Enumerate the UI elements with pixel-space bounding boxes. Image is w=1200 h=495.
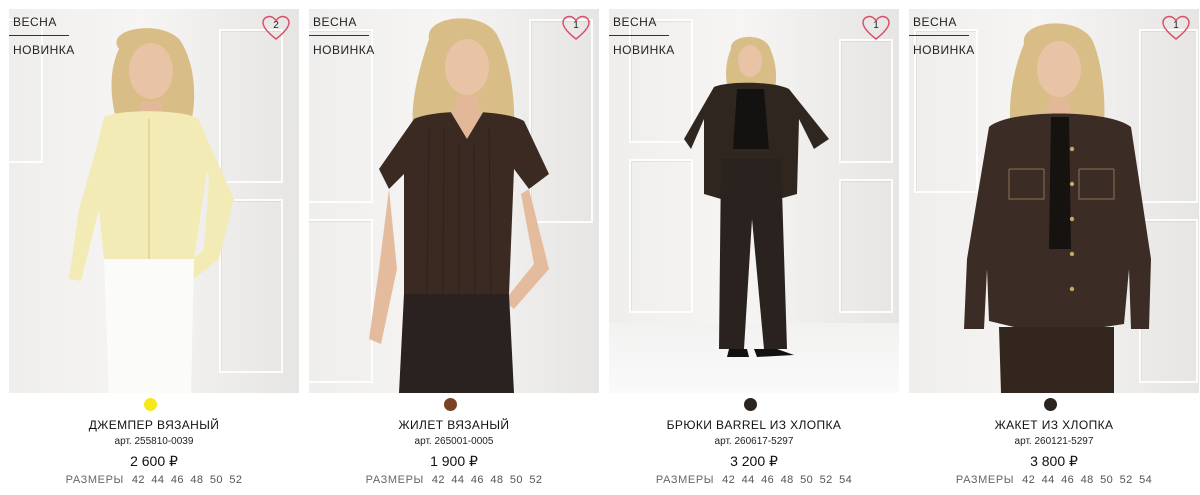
favorite-button[interactable]: 2 (261, 14, 291, 42)
sizes-list: 42 44 46 48 50 52 (431, 474, 543, 486)
favorite-count: 1 (1173, 20, 1179, 31)
sizes-list: 42 44 46 48 50 52 (131, 474, 243, 486)
model-figure (684, 36, 829, 357)
color-swatch[interactable] (444, 398, 457, 411)
badge-spring: ВЕСНА (309, 9, 369, 36)
product-sizes: РАЗМЕРЫ 42 44 46 48 50 52 54 (609, 474, 899, 486)
product-photo[interactable] (309, 9, 599, 393)
sizes-label: РАЗМЕРЫ (65, 474, 124, 486)
product-card[interactable]: ВЕСНА НОВИНКА 1 ЖИЛЕТ ВЯЗАНЫЙ арт. 26500… (309, 0, 599, 495)
product-photo[interactable] (9, 9, 299, 393)
product-article: арт. 265001-0005 (414, 436, 494, 447)
product-title[interactable]: БРЮКИ BARREL ИЗ ХЛОПКА (609, 418, 899, 432)
model-figure (69, 28, 234, 393)
product-sizes: РАЗМЕРЫ 42 44 46 48 50 52 54 (909, 474, 1199, 486)
model-figure (369, 18, 549, 393)
color-swatch[interactable] (1044, 398, 1057, 411)
product-article: арт. 255810-0039 (114, 436, 194, 447)
favorite-button[interactable]: 1 (861, 14, 891, 42)
product-price: 3 200 ₽ (730, 453, 778, 469)
product-sizes: РАЗМЕРЫ 42 44 46 48 50 52 (309, 474, 599, 486)
product-title[interactable]: ЖИЛЕТ ВЯЗАНЫЙ (309, 418, 599, 432)
favorite-count: 2 (273, 20, 279, 31)
product-photo[interactable] (909, 9, 1199, 393)
badge-new: НОВИНКА (13, 43, 75, 57)
product-price: 1 900 ₽ (430, 453, 478, 469)
favorite-count: 1 (873, 20, 879, 31)
badge-spring: ВЕСНА (909, 9, 969, 36)
product-price: 3 800 ₽ (1030, 453, 1078, 469)
product-card[interactable]: ВЕСНА НОВИНКА 2 ДЖЕМПЕР ВЯЗАНЫЙ арт. 255… (9, 0, 299, 495)
product-card[interactable]: ВЕСНА НОВИНКА 1 БРЮКИ BARREL ИЗ ХЛОПКА а… (609, 0, 899, 495)
product-article: арт. 260617-5297 (714, 436, 794, 447)
favorite-button[interactable]: 1 (1161, 14, 1191, 42)
sizes-label: РАЗМЕРЫ (955, 474, 1015, 486)
product-title[interactable]: ЖАКЕТ ИЗ ХЛОПКА (909, 418, 1199, 432)
badge-new: НОВИНКА (613, 43, 675, 57)
color-swatch[interactable] (744, 398, 757, 411)
product-price: 2 600 ₽ (130, 453, 178, 469)
color-swatch[interactable] (144, 398, 157, 411)
product-sizes: РАЗМЕРЫ 42 44 46 48 50 52 (9, 474, 299, 486)
badge-new: НОВИНКА (913, 43, 975, 57)
sizes-label: РАЗМЕРЫ (365, 474, 424, 486)
favorite-button[interactable]: 1 (561, 14, 591, 42)
badge-spring: ВЕСНА (9, 9, 69, 36)
product-article: арт. 260121-5297 (1014, 436, 1094, 447)
product-photo[interactable] (609, 9, 899, 393)
favorite-count: 1 (573, 20, 579, 31)
product-grid: ВЕСНА НОВИНКА 2 ДЖЕМПЕР ВЯЗАНЫЙ арт. 255… (0, 0, 1200, 495)
product-title[interactable]: ДЖЕМПЕР ВЯЗАНЫЙ (9, 418, 299, 432)
sizes-label: РАЗМЕРЫ (655, 474, 715, 486)
product-card[interactable]: ВЕСНА НОВИНКА 1 ЖАКЕТ ИЗ ХЛОПКА арт. 260… (909, 0, 1199, 495)
badge-new: НОВИНКА (313, 43, 375, 57)
sizes-list: 42 44 46 48 50 52 54 (1022, 474, 1153, 486)
model-figure (964, 23, 1151, 393)
badge-spring: ВЕСНА (609, 9, 669, 36)
sizes-list: 42 44 46 48 50 52 54 (722, 474, 853, 486)
